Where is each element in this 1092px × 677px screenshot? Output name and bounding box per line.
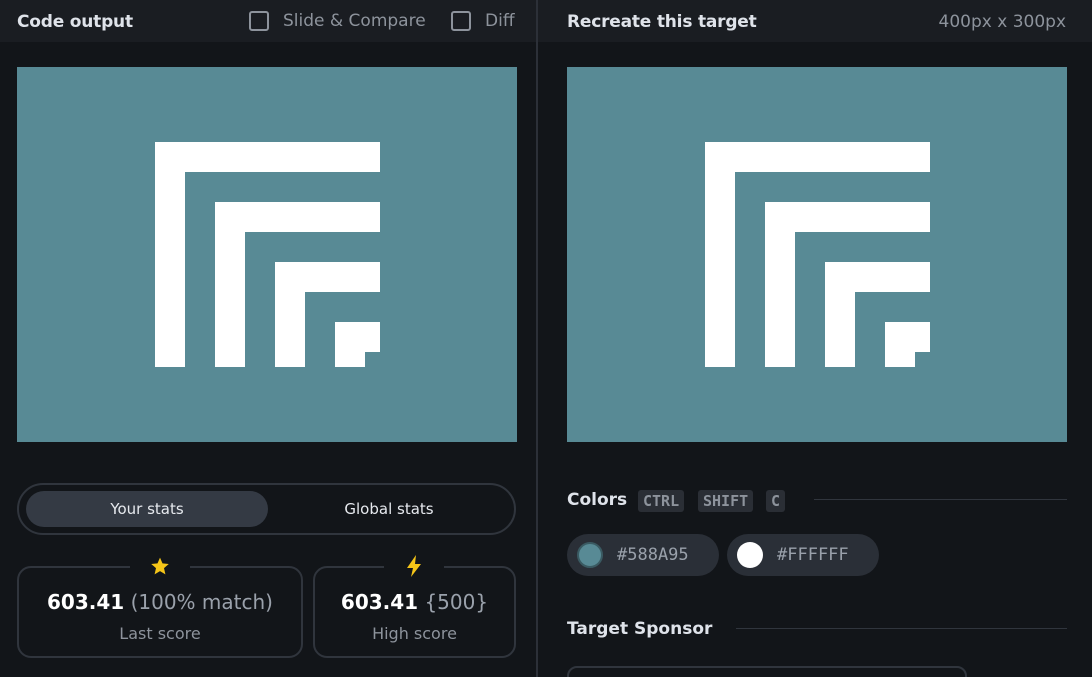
recreate-target-title: Recreate this target (567, 12, 757, 32)
notch (915, 352, 930, 367)
last-score-card: 603.41 (100% match) Last score (17, 566, 303, 658)
last-score-label: Last score (119, 624, 201, 643)
slide-compare-label: Slide & Compare (283, 11, 426, 31)
high-score-card: 603.41 {500} High score (313, 566, 516, 658)
swatch-dot (577, 542, 603, 568)
diff-checkbox[interactable] (451, 11, 471, 31)
swatch-hex: #588A95 (617, 545, 689, 565)
code-output-title: Code output (17, 12, 133, 32)
tab-global-stats[interactable]: Global stats (268, 491, 510, 527)
slide-compare-toggle[interactable]: Slide & Compare (249, 11, 426, 31)
target-sponsor-title: Target Sponsor (567, 619, 713, 639)
notch (365, 352, 380, 367)
sponsor-card[interactable] (567, 666, 967, 677)
high-score-label: High score (372, 624, 457, 643)
code-output-canvas[interactable] (17, 67, 517, 442)
star-icon (130, 553, 190, 579)
colors-divider (814, 499, 1067, 500)
lightning-icon (384, 553, 444, 579)
swatch-hex: #FFFFFF (777, 545, 849, 565)
diff-toggle[interactable]: Diff (451, 11, 515, 31)
kbd-c: C (766, 490, 786, 512)
slide-compare-checkbox[interactable] (249, 11, 269, 31)
high-score-chars: {500} (424, 590, 489, 614)
sponsor-divider (736, 628, 1067, 629)
stats-tabs: Your stats Global stats (17, 483, 516, 535)
color-swatch-FFFFFF[interactable]: #FFFFFF (727, 534, 879, 576)
tab-your-stats[interactable]: Your stats (26, 491, 268, 527)
top-bar (0, 0, 1092, 42)
swatch-dot (737, 542, 763, 568)
last-score-match: (100% match) (130, 590, 273, 614)
high-score-value: 603.41 (340, 590, 419, 614)
panel-divider[interactable] (536, 0, 538, 677)
last-score-value-row: 603.41 (100% match) (19, 590, 301, 614)
colors-title: Colors (567, 490, 628, 510)
diff-label: Diff (485, 11, 515, 31)
last-score-value: 603.41 (47, 590, 125, 614)
target-canvas (567, 67, 1067, 442)
color-swatch-588A95[interactable]: #588A95 (567, 534, 719, 576)
target-dimensions: 400px x 300px (938, 12, 1066, 32)
kbd-shift: SHIFT (698, 490, 754, 512)
high-score-value-row: 603.41 {500} (315, 590, 514, 614)
kbd-ctrl: CTRL (638, 490, 685, 512)
